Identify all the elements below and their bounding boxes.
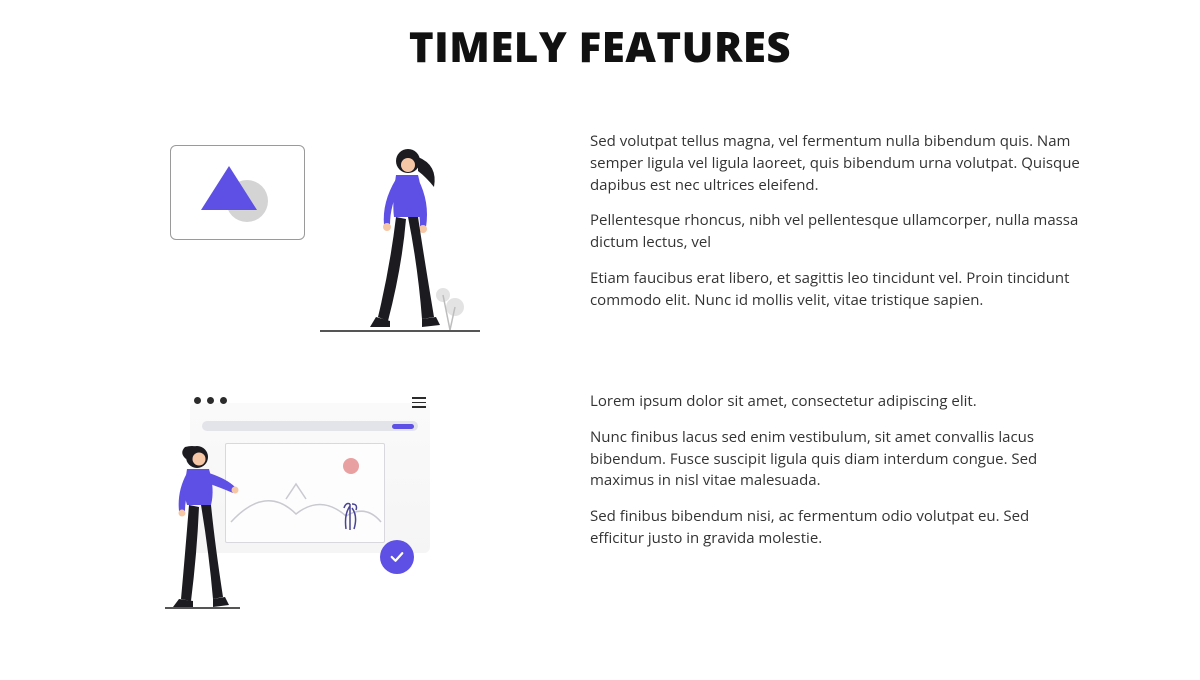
feature-paragraph-highlighted: Sed finibus bibendum nisi, ac fermentum … bbox=[590, 506, 1029, 548]
address-bar-icon bbox=[202, 421, 418, 431]
feature-paragraph: Pellentesque rhoncus, nibh vel pellentes… bbox=[590, 210, 1080, 254]
feature-paragraph: Etiam faucibus erat libero, et sagittis … bbox=[590, 268, 1080, 312]
page-title: TIMELY FEATURES bbox=[0, 18, 1200, 75]
feature-paragraph: Nunc finibus lacus sed enim vestibulum, … bbox=[590, 427, 1080, 492]
triangle-shape-icon bbox=[201, 166, 257, 210]
feature-copy-2: Lorem ipsum dolor sit amet, consectetur … bbox=[480, 385, 1080, 550]
standing-person-icon bbox=[165, 445, 240, 610]
hamburger-icon bbox=[412, 397, 426, 408]
walking-person-icon bbox=[360, 147, 450, 332]
check-badge-icon bbox=[380, 540, 414, 574]
media-frame bbox=[170, 145, 305, 240]
window-dots-icon bbox=[194, 397, 227, 404]
feature-row-2: Lorem ipsum dolor sit amet, consectetur … bbox=[0, 385, 1200, 625]
landscape-sketch-icon bbox=[226, 444, 386, 544]
feature-paragraph: Lorem ipsum dolor sit amet, consectetur … bbox=[590, 391, 1080, 413]
feature-illustration-2 bbox=[170, 385, 480, 625]
feature-paragraph: Sed volutpat tellus magna, vel fermentum… bbox=[590, 131, 1080, 196]
canvas-area bbox=[225, 443, 385, 543]
feature-row-1: Sed volutpat tellus magna, vel fermentum… bbox=[0, 125, 1200, 345]
progress-segment-icon bbox=[392, 424, 414, 429]
feature-copy-1: Sed volutpat tellus magna, vel fermentum… bbox=[480, 125, 1080, 325]
feature-illustration-1 bbox=[170, 125, 480, 345]
